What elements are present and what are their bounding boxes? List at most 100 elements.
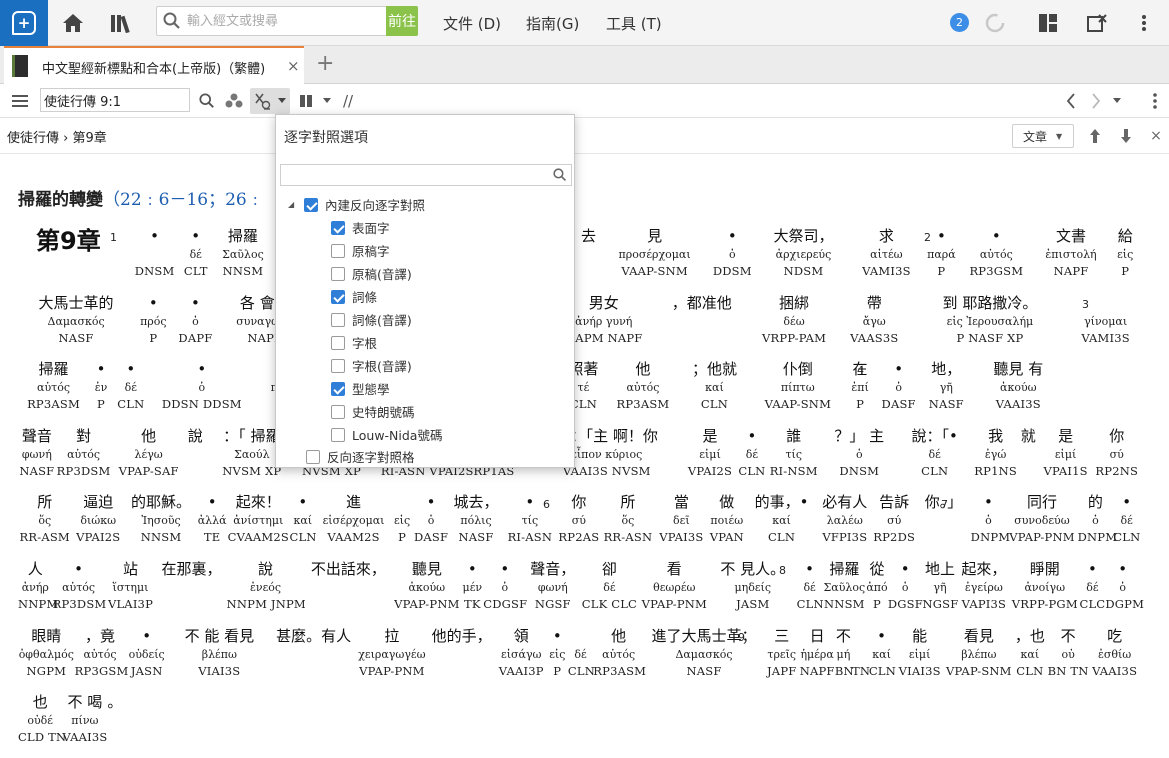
interlinear-token[interactable]: 他 αὐτός RP3ASM [607, 358, 678, 413]
interlinear-token[interactable]: 給 εἰς P [1110, 225, 1140, 280]
option-row[interactable]: 字根(音譯) [331, 356, 412, 375]
option-row[interactable]: 表面字 [331, 218, 390, 237]
interlinear-token[interactable]: • ὁ CDGSF [483, 558, 527, 613]
interlinear-token[interactable]: 逼迫 διώκω VPAI2S [71, 491, 124, 546]
interlinear-token[interactable]: TN [852, 625, 870, 680]
interlinear-token[interactable]: • ὁ DDSM [709, 225, 756, 280]
interlinear-token[interactable]: 三 τρεῖς JAPF [764, 625, 799, 680]
history-dropdown-icon[interactable] [1106, 90, 1128, 112]
checkbox[interactable] [331, 243, 345, 258]
menu-documents[interactable]: 文件 (D) [443, 13, 501, 34]
interlinear-token[interactable]: 不 能 看見 βλέπω VIAI3S [168, 625, 271, 680]
interlinear-token[interactable]: 大馬士革的 Δαμασκός NASF [18, 292, 134, 347]
interlinear-token[interactable]: • ὁ DASF [413, 491, 449, 546]
library-icon[interactable] [106, 8, 136, 38]
search-in-resource-icon[interactable] [196, 90, 218, 112]
interlinear-token[interactable]: 起來， ἐγείρω VAPI3S [958, 558, 1011, 613]
interlinear-token[interactable]: 文書 ἐπιστολή NAPF [1032, 225, 1111, 280]
verse-number[interactable]: 3 [1082, 298, 1089, 311]
interlinear-token[interactable]: 不出話來， [305, 558, 393, 613]
verse-number[interactable]: 7 [941, 498, 948, 511]
checkbox[interactable] [331, 220, 345, 235]
interlinear-button[interactable] [250, 88, 290, 114]
interlinear-token[interactable]: 看 θεωρέω VPAP-PNM [640, 558, 709, 613]
interlinear-token[interactable]: 你 σύ RP2AS [557, 491, 602, 546]
interlinear-token[interactable]: 眼睛 ὀφθαλμός NGPM [18, 625, 75, 680]
interlinear-token[interactable]: 去 [577, 225, 601, 280]
interlinear-token[interactable]: 看見 βλέπω VPAP-SNM [945, 625, 1013, 680]
interlinear-token[interactable]: 帶 ἄγω VAAS3S [840, 292, 909, 347]
interlinear-token[interactable]: 站 ἵστημι VLAI3P [105, 558, 157, 613]
interlinear-token[interactable]: • δέ CLN [1113, 491, 1140, 546]
option-row[interactable]: 原稿(音譯) [331, 264, 412, 283]
home-icon[interactable] [58, 8, 88, 38]
interlinear-token[interactable]: ？」 主 ὁ DNSM [822, 425, 897, 480]
interlinear-token[interactable]: 聲音， φωνή NGSF [526, 558, 579, 613]
interlinear-token[interactable]: 說 [186, 425, 205, 480]
interlinear-token[interactable]: 對 αὐτός RP3DSM [56, 425, 112, 480]
verse-number[interactable]: 4 [857, 364, 864, 377]
interlinear-token[interactable]: • δέ CLN [738, 425, 766, 480]
interlinear-token[interactable]: • ἐν P [89, 358, 113, 413]
checkbox[interactable] [331, 266, 345, 281]
menu-guides[interactable]: 指南(G) [526, 13, 579, 34]
arrow-up-icon[interactable] [1084, 125, 1106, 147]
interlinear-token[interactable]: • καί CLN [869, 625, 896, 680]
checkbox[interactable] [306, 449, 320, 464]
interlinear-token[interactable]: 誰 τίς RI-NSM [766, 425, 822, 480]
interlinear-token[interactable]: 掃羅 Σαῦλος NNSM [823, 558, 867, 613]
breadcrumb[interactable]: 使徒行傳 › 第9章 [7, 127, 107, 146]
interlinear-token[interactable]: 我 ἐγώ RP1NS [972, 425, 1018, 480]
interlinear-token[interactable]: ；他就 καί CLN [678, 358, 750, 413]
interlinear-token[interactable]: 當 δεῖ VPAI3S [655, 491, 708, 546]
app-logo[interactable]: + [0, 0, 48, 46]
add-tab-button[interactable]: + [316, 51, 334, 76]
interlinear-token[interactable]: 進 εἰσέρχομαι VAAM2S [316, 491, 391, 546]
search-input[interactable] [187, 10, 383, 32]
interlinear-token[interactable]: 日 ἡμέρα NAPF [799, 625, 835, 680]
tree-collapse-icon[interactable]: ◢ [288, 200, 296, 209]
option-row[interactable]: 型態學 [331, 379, 390, 398]
section-cross-reference[interactable]: （22﹕6－16；26﹕ [103, 190, 264, 210]
interlinear-token[interactable]: 說 ἐνεός NNPM JNPM [227, 558, 306, 613]
interlinear-token[interactable]: • αὐτός RP3GSM [961, 225, 1032, 280]
verse-number[interactable]: 2 [924, 231, 931, 244]
layout-icon[interactable] [1033, 8, 1063, 38]
checkbox[interactable] [331, 427, 345, 442]
menu-tools[interactable]: 工具 (T) [606, 13, 662, 34]
sync-icon[interactable] [980, 8, 1010, 38]
interlinear-token[interactable]: 城去， πόλις NASF [449, 491, 503, 546]
reference-input[interactable] [40, 88, 190, 112]
interlinear-token[interactable]: • DNSM [131, 225, 178, 280]
interlinear-token[interactable]: • δέ CLN [113, 358, 149, 413]
interlinear-token[interactable]: • ὁ DAPF [173, 292, 219, 347]
interlinear-token[interactable]: 聲音 φωνή NASF [18, 425, 56, 480]
interlinear-token[interactable]: • ὁ DNPM [971, 491, 1010, 546]
interlinear-token[interactable]: • ὁ DGPM [1105, 558, 1144, 613]
interlinear-token[interactable]: 見 προσέρχομαι VAAP-SNM [600, 225, 708, 280]
interlinear-token[interactable]: 告訴 σύ RP2DS [872, 491, 917, 546]
close-icon[interactable]: × [1145, 125, 1167, 147]
interlinear-token[interactable]: 卻 δέ CLK CLC [579, 558, 640, 613]
interlinear-token[interactable]: • δέ CLN [797, 558, 824, 613]
interlinear-token[interactable]: 不 οὐ BN TN [1047, 625, 1089, 680]
interlinear-token[interactable]: • μέν TK [461, 558, 483, 613]
interlinear-token[interactable]: • εἰς P [547, 625, 568, 680]
checkbox[interactable] [331, 289, 345, 304]
interlinear-token[interactable]: 仆倒 πίπτω VAAP-SNM [750, 358, 845, 413]
interlinear-token[interactable]: 吃 ἐσθίω VAAI3S [1089, 625, 1140, 680]
interlinear-token[interactable]: • ὁ DDSN DDSM [149, 358, 256, 413]
option-row[interactable]: 字根 [331, 333, 377, 352]
tab-resource[interactable]: 中文聖經新標點和合本(上帝版)（繁體) × [4, 46, 304, 84]
interlinear-token[interactable]: 甚麼。有人 [271, 625, 357, 680]
interlinear-token[interactable]: 同行 συνοδεύω VPAP-PNM [1006, 491, 1077, 546]
interlinear-token[interactable]: • δέ CLC [1079, 558, 1105, 613]
interlinear-token[interactable]: • αὐτός RP3DSM [53, 558, 107, 613]
interlinear-token[interactable]: • πρός P [134, 292, 172, 347]
option-row[interactable]: Louw-Nida號碼 [331, 425, 442, 444]
interlinear-token[interactable]: 捆綁 δέω VRPP-PAM [748, 292, 840, 347]
notification-badge[interactable]: 2 [950, 13, 969, 32]
interlinear-token[interactable]: 的 ὁ DNPM [1078, 491, 1117, 546]
interlinear-token[interactable]: 。 [107, 691, 122, 746]
interlinear-token[interactable]: 必有人 λαλέω VFPI3S [818, 491, 872, 546]
